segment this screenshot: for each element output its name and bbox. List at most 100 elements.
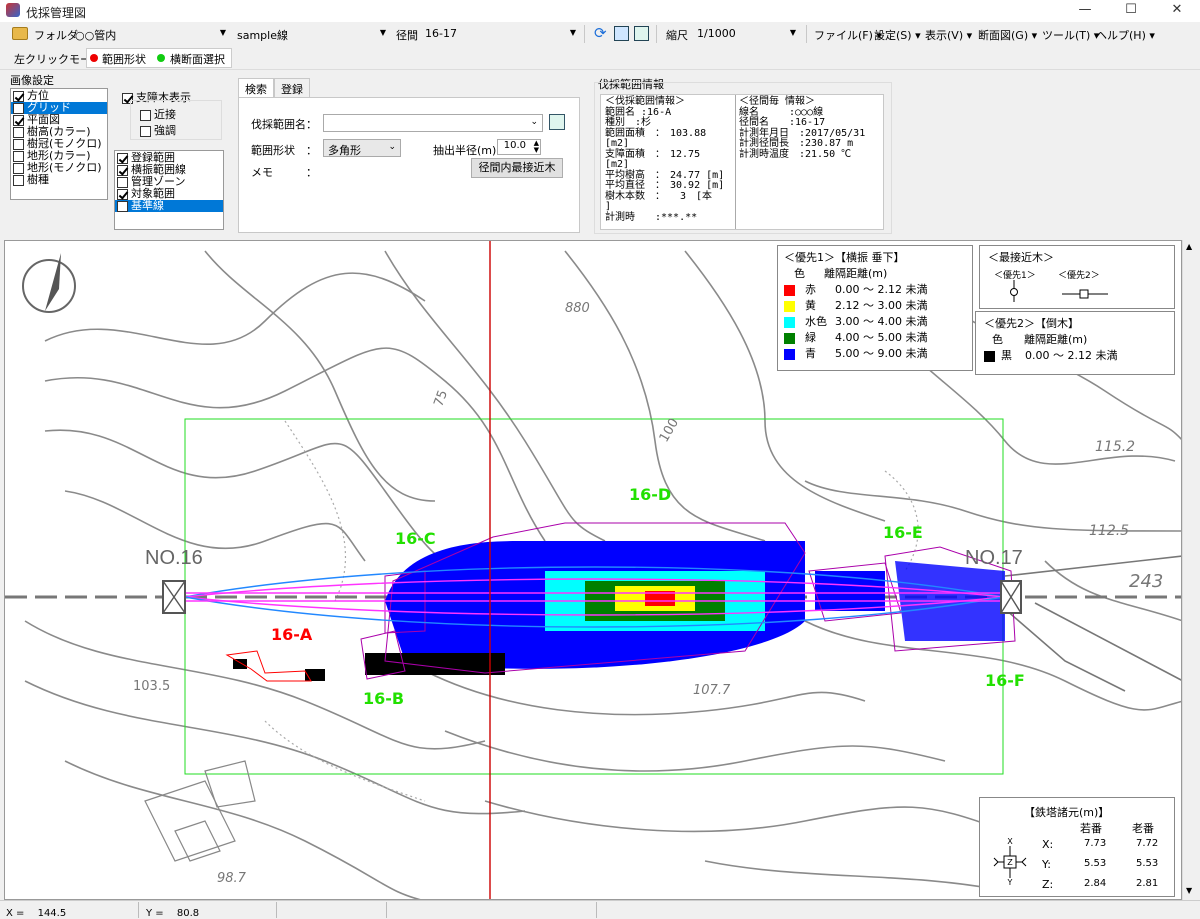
checkbox[interactable]: [13, 138, 24, 150]
radius-label: 抽出半径(m): [433, 144, 497, 157]
legend-title: ＜最接近木＞: [988, 251, 1054, 264]
tower-spec-col1: 若番: [1080, 822, 1102, 835]
checkbox[interactable]: [13, 90, 24, 102]
tower-label-left: NO.16: [145, 547, 203, 569]
contour-label: 103.5: [133, 679, 171, 694]
layer-list[interactable]: 方位 グリッド 平面図 樹高(カラー) 樹冠(モノクロ) 地形(カラー) 地形(…: [10, 88, 108, 200]
black-swatch: [984, 350, 995, 362]
menu-section[interactable]: 断面図(G) ▾: [978, 27, 1037, 43]
range-shape-mode[interactable]: 範囲形状: [102, 51, 146, 67]
contour-label: 98.7: [217, 871, 246, 886]
legend-row: 青 5.00 ～ 9.00 未満: [784, 346, 966, 362]
cross-section-mode[interactable]: 横断面選択: [170, 51, 225, 67]
menu-view[interactable]: 表示(V) ▾: [925, 27, 972, 43]
checkbox[interactable]: [140, 125, 151, 137]
area-label-16c[interactable]: 16-C: [395, 529, 436, 548]
image-settings-title: 画像設定: [10, 74, 54, 87]
range-list[interactable]: 登録範囲 横振範囲線 管理ゾーン 対象範囲 基準線: [114, 150, 224, 230]
tower-search-icon[interactable]: [549, 114, 565, 130]
layer-item[interactable]: 樹種: [11, 174, 107, 186]
tower-tool-icon[interactable]: [634, 26, 649, 41]
red-swatch: [784, 284, 795, 296]
span-select[interactable]: 16-17 ▼: [420, 25, 580, 43]
y-value-old: 5.53: [1136, 858, 1159, 869]
legend-priority1: ＜優先1＞【横振 垂下】 色離隔距離(m) 赤 0.00 ～ 2.12 未満 黄2…: [777, 245, 973, 371]
divider: [735, 95, 736, 229]
maximize-button[interactable]: ☐: [1108, 0, 1154, 22]
status-x: X = 144.5: [6, 908, 67, 919]
checkbox[interactable]: [13, 126, 24, 138]
radius-input[interactable]: 10.0 ▲ ▼: [497, 139, 541, 155]
map-canvas[interactable]: NO.16 NO.17 16-A 16-B 16-C 16-D 16-E 16-…: [4, 240, 1182, 900]
area-label-16a[interactable]: 16-A: [271, 625, 312, 644]
divider: [596, 902, 597, 918]
checkbox[interactable]: [140, 109, 151, 121]
scroll-up-icon[interactable]: ▲: [1186, 242, 1192, 251]
folder-value: ○○管内: [75, 29, 117, 42]
scale-label: 縮尺: [666, 29, 688, 42]
svg-text:Y: Y: [1007, 878, 1013, 886]
legend-nearest: ＜最接近木＞ ＜優先1＞ ＜優先2＞: [979, 245, 1175, 309]
checkbox[interactable]: [13, 114, 24, 126]
checkbox[interactable]: [117, 188, 128, 200]
checkbox[interactable]: [117, 164, 128, 176]
checkbox[interactable]: [117, 200, 128, 212]
contour-label: 112.5: [1089, 523, 1130, 539]
tab-register[interactable]: 登録: [274, 78, 310, 98]
legend-priority2: ＜優先2＞【倒木】 色離隔距離(m) 黒 0.00 ～ 2.12 未満: [975, 311, 1175, 375]
area-label-16e[interactable]: 16-E: [883, 523, 923, 542]
checkbox[interactable]: [13, 102, 24, 114]
folder-icon[interactable]: [12, 27, 28, 40]
info-panel: ＜伐採範囲情報＞ 範囲名 :16-A 種別 :杉 範囲面積 ： 103.88 […: [600, 94, 884, 230]
x-value-old: 7.72: [1136, 838, 1159, 849]
area-label-16f[interactable]: 16-F: [985, 671, 1025, 690]
shape-label: 範囲形状 ：: [251, 144, 317, 157]
tab-search[interactable]: 検索: [238, 78, 274, 98]
checkbox[interactable]: [13, 150, 24, 162]
near-toggle[interactable]: 近接: [140, 106, 176, 122]
range-name-select[interactable]: ⌄: [323, 114, 543, 132]
refresh-icon[interactable]: ⟳: [594, 26, 607, 41]
layer-item[interactable]: 地形(モノクロ): [11, 162, 107, 174]
yellow-swatch: [784, 300, 795, 312]
menu-help[interactable]: ヘルプ(H) ▾: [1096, 27, 1155, 43]
line-select[interactable]: sample線 ▼: [232, 25, 390, 43]
scale-select[interactable]: 1/1000 ▼: [692, 25, 800, 43]
map-tool-icon[interactable]: [614, 26, 629, 41]
chevron-down-icon: ▼: [569, 28, 576, 37]
range-info-text: ＜伐採範囲情報＞ 範囲名 :16-A 種別 :杉 範囲面積 ： 103.88 […: [605, 96, 725, 223]
contour-label: 243: [1129, 571, 1164, 592]
minimize-button[interactable]: —: [1062, 0, 1108, 22]
scroll-down-icon[interactable]: ▼: [1186, 886, 1192, 895]
legend-row: 水色 3.00 ～ 4.00 未満: [784, 314, 966, 330]
main-toolbar: フォルダ ○○管内 ▼ sample線 ▼ 径間 16-17 ▼ ⟳ 縮尺 1/100…: [0, 22, 1200, 46]
menu-file[interactable]: ファイル(F) ▾: [814, 27, 882, 43]
status-bar: X = 144.5 Y = 80.8: [0, 900, 1200, 919]
nearest-tree-button[interactable]: 径間内最接近木: [471, 158, 563, 178]
checkbox[interactable]: [13, 162, 24, 174]
north-arrow: [22, 253, 76, 313]
menu-settings[interactable]: 設定(S) ▾: [874, 27, 921, 43]
green-dot-icon: [157, 54, 165, 62]
checkbox[interactable]: [117, 152, 128, 164]
contour-label: 880: [565, 301, 590, 316]
vertical-scrollbar[interactable]: ▲ ▼: [1182, 240, 1198, 900]
spinner-icon[interactable]: ▲ ▼: [534, 140, 539, 154]
span-value: 16-17: [425, 27, 457, 40]
checkbox[interactable]: [13, 174, 24, 186]
area-label-16d[interactable]: 16-D: [629, 485, 671, 504]
divider: [276, 902, 277, 918]
chevron-down-icon: ⌄: [530, 117, 538, 127]
emphasis-toggle[interactable]: 強調: [140, 122, 176, 138]
shape-select[interactable]: 多角形 ⌄: [323, 139, 401, 157]
window-title: 伐採管理図: [26, 6, 87, 20]
search-panel: 伐採範囲名： ⌄ 範囲形状 ： 多角形 ⌄ 抽出半径(m) 10.0 ▲ ▼ メモ ：…: [238, 97, 580, 233]
area-label-16b[interactable]: 16-B: [363, 689, 404, 708]
divider: [386, 902, 387, 918]
close-button[interactable]: ✕: [1154, 0, 1200, 22]
range-item[interactable]: 基準線: [115, 200, 223, 212]
folder-select[interactable]: ○○管内 ▼: [70, 25, 230, 43]
checkbox[interactable]: [117, 176, 128, 188]
legend-row: 黄 2.12 ～ 3.00 未満: [784, 298, 966, 314]
menu-tools[interactable]: ツール(T) ▾: [1042, 27, 1099, 43]
